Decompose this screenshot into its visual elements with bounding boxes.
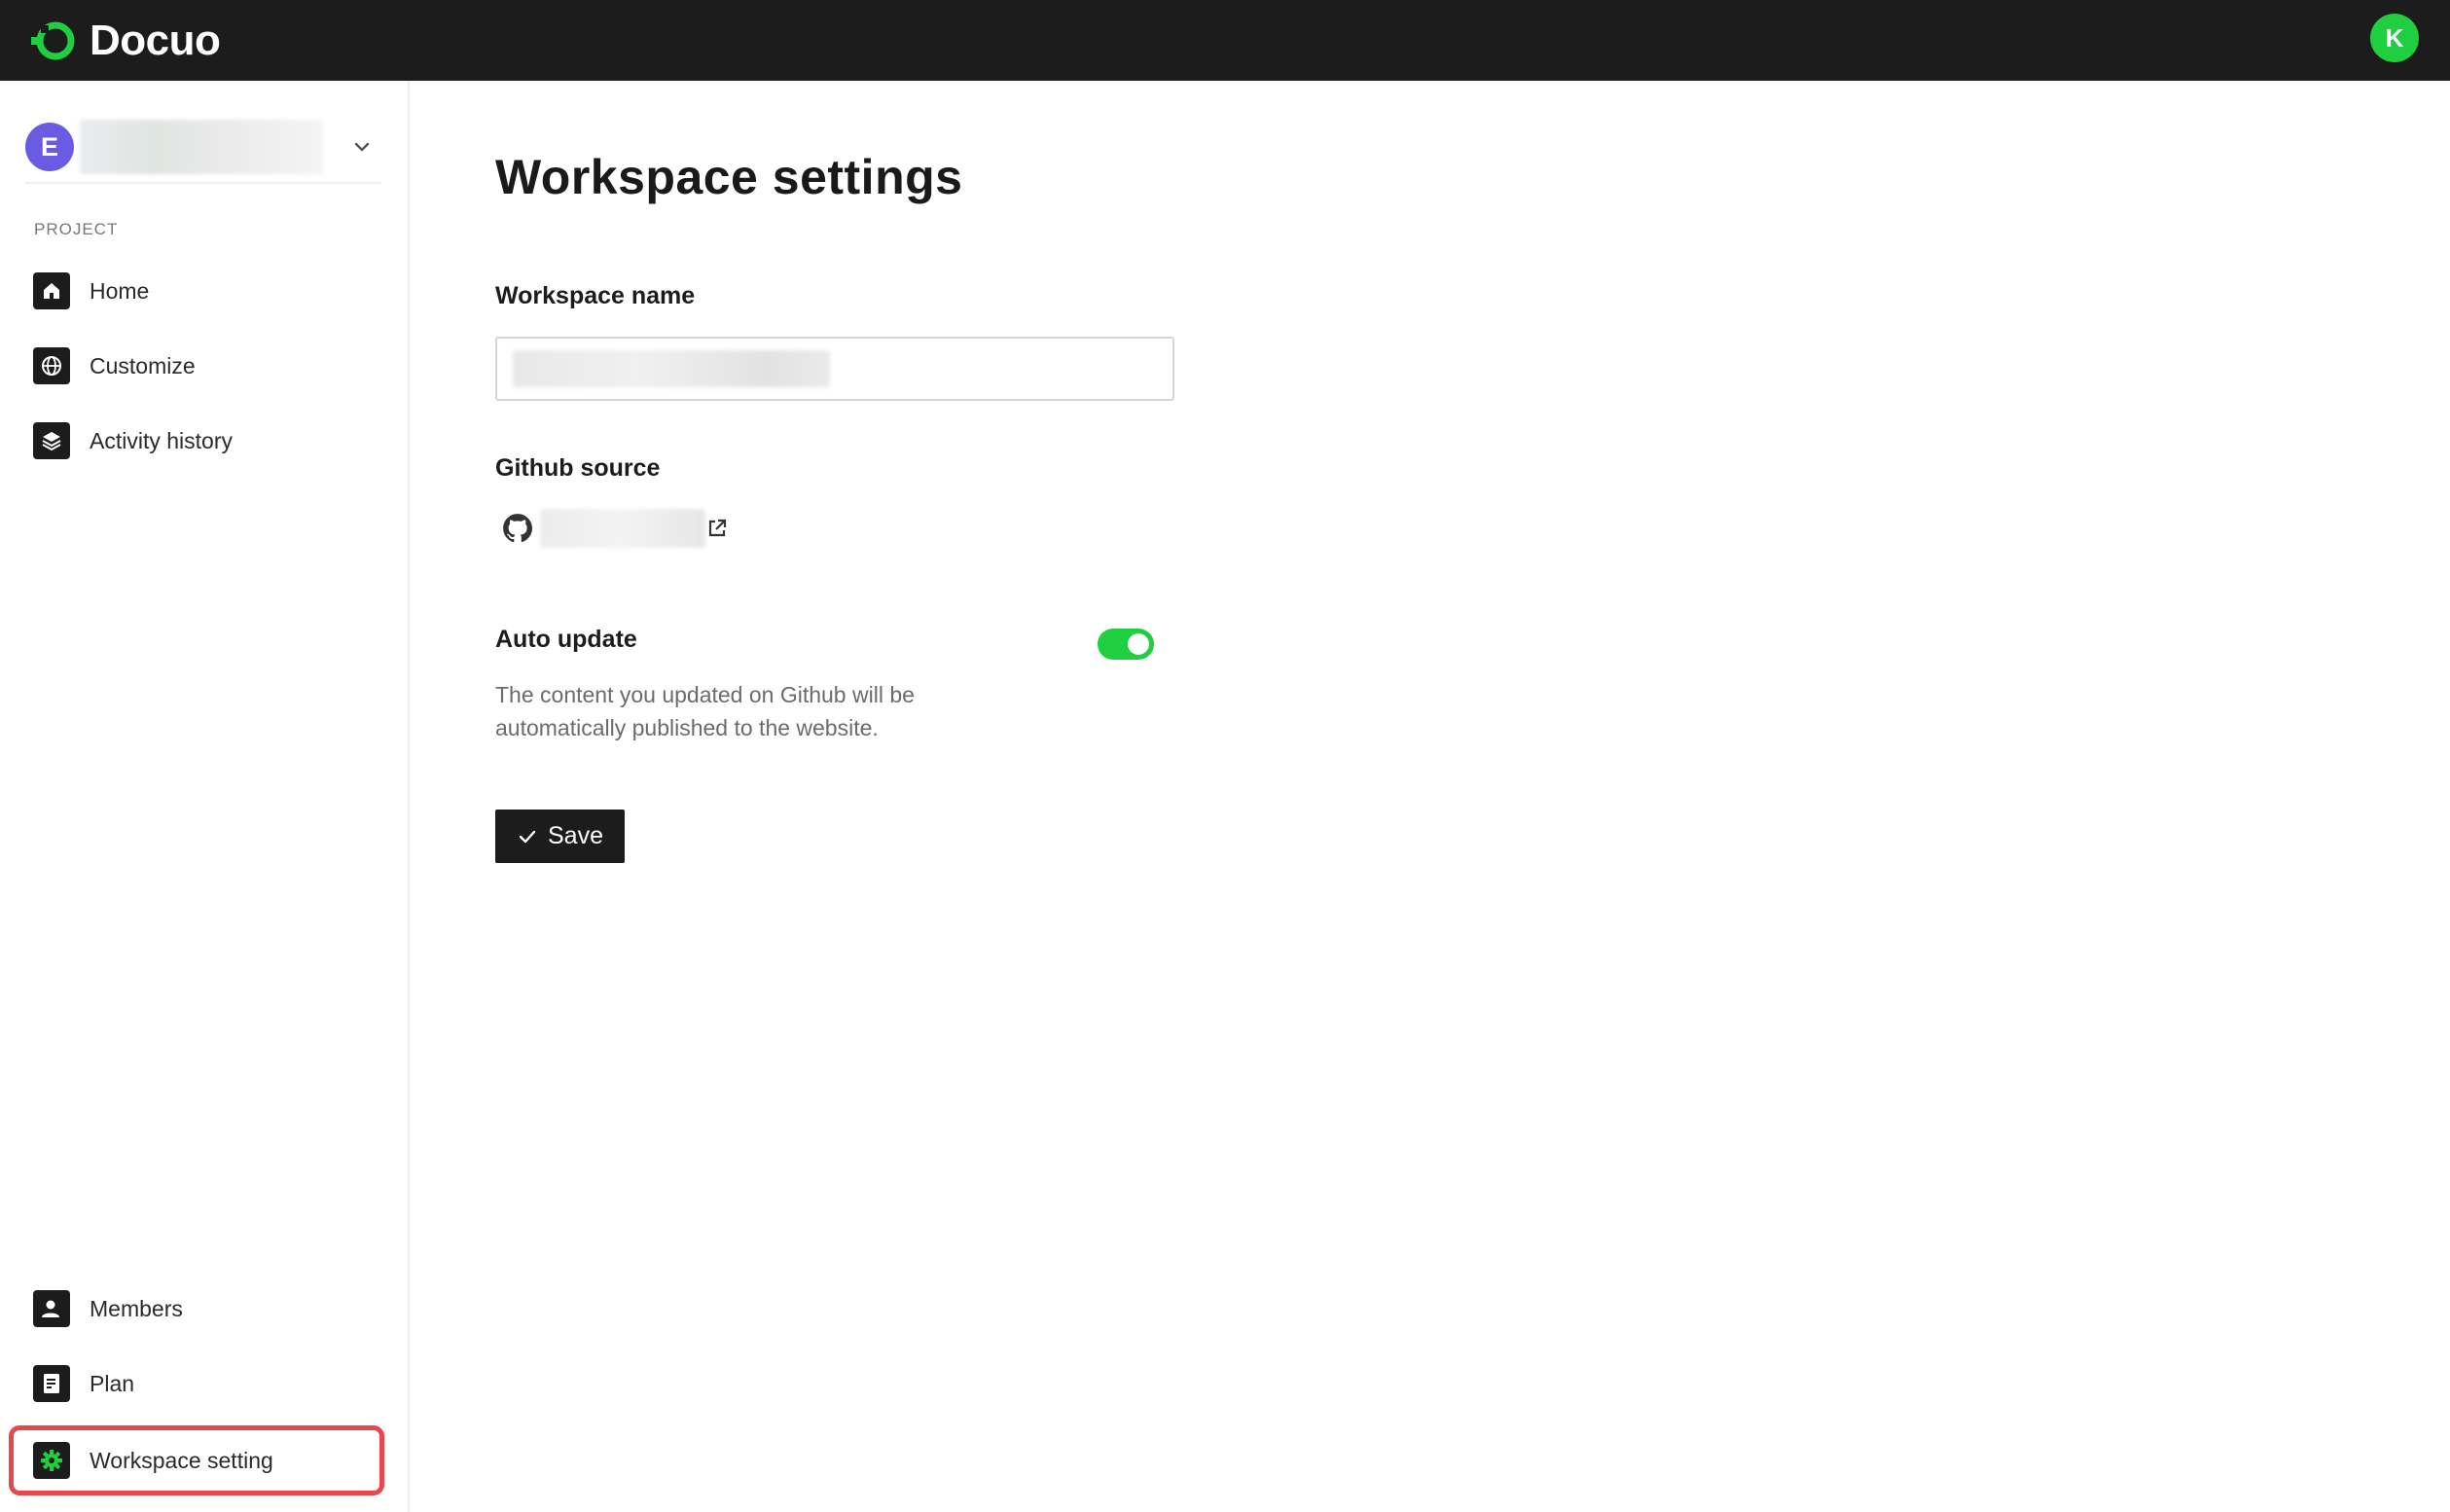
toggle-knob (1128, 633, 1149, 655)
gear-icon (33, 1442, 70, 1479)
sidebar-item-plan[interactable]: Plan (14, 1353, 379, 1414)
page-title: Workspace settings (495, 150, 963, 204)
workspace-avatar: E (25, 123, 74, 171)
sidebar-item-customize[interactable]: Customize (14, 336, 379, 396)
user-icon (33, 1290, 70, 1327)
sidebar-item-home[interactable]: Home (14, 261, 379, 321)
globe-icon (33, 347, 70, 384)
save-button[interactable]: Save (495, 810, 625, 863)
workspace-switcher[interactable]: E (25, 108, 381, 186)
workspace-name-input[interactable] (495, 337, 1174, 401)
sidebar-item-label: Workspace setting (90, 1447, 273, 1473)
auto-update-label: Auto update (495, 626, 637, 653)
sidebar: E PROJECT Home Customize Activity histor… (0, 81, 410, 1512)
sidebar-item-label: Customize (90, 352, 196, 378)
section-label-project: PROJECT (34, 220, 119, 238)
sidebar-item-workspace-setting[interactable]: Workspace setting (9, 1425, 384, 1495)
divider (25, 182, 381, 184)
workspace-name-redacted (80, 120, 323, 174)
app-name: Docuo (90, 16, 221, 64)
logo[interactable]: Docuo (29, 16, 221, 65)
chevron-down-icon (354, 142, 370, 152)
docuo-logo-icon (31, 21, 75, 59)
sidebar-item-activity-history[interactable]: Activity history (14, 411, 379, 471)
external-link-icon (708, 519, 727, 537)
github-icon (503, 514, 533, 543)
layers-icon (33, 422, 70, 459)
github-source-label: Github source (495, 454, 661, 482)
workspace-name-value-redacted (513, 350, 830, 387)
sidebar-item-members[interactable]: Members (14, 1278, 379, 1339)
sidebar-item-label: Home (90, 277, 150, 304)
user-avatar[interactable]: K (2370, 14, 2419, 62)
main-content: Workspace settings Workspace name Github… (412, 81, 2450, 1512)
auto-update-toggle[interactable] (1098, 629, 1154, 660)
document-icon (33, 1365, 70, 1402)
check-icon (519, 830, 536, 843)
save-button-label: Save (548, 822, 603, 849)
top-bar: Docuo K (0, 0, 2450, 81)
auto-update-help-text: The content you updated on Github will b… (495, 682, 915, 740)
github-source-link[interactable] (501, 509, 729, 548)
home-icon (33, 272, 70, 309)
github-repo-redacted (540, 509, 705, 548)
sidebar-item-label: Activity history (90, 427, 233, 453)
sidebar-item-label: Plan (90, 1370, 135, 1396)
sidebar-item-label: Members (90, 1295, 183, 1321)
workspace-name-label: Workspace name (495, 282, 696, 309)
